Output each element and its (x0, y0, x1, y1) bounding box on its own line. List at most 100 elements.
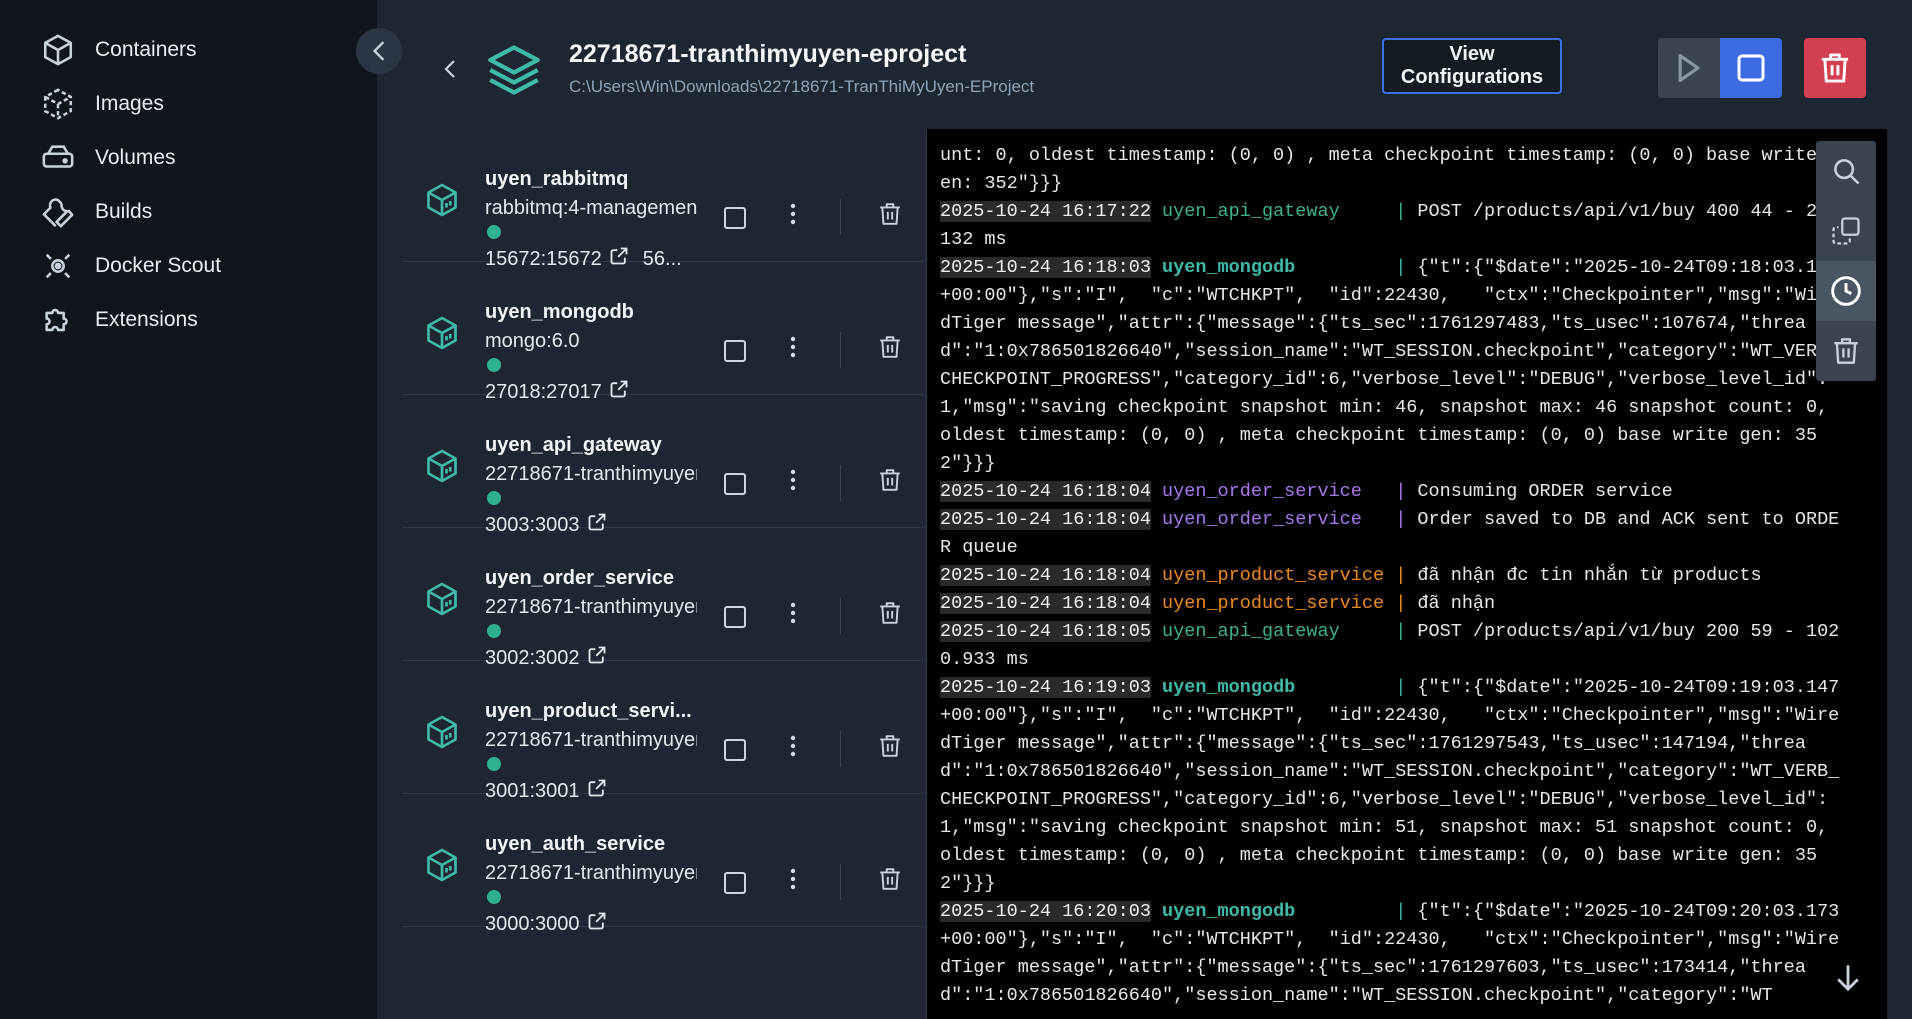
stop-button[interactable] (1720, 38, 1782, 98)
divider (840, 598, 841, 634)
container-image[interactable]: rabbitmq:4-management (485, 197, 697, 220)
search-logs-button[interactable] (1816, 141, 1876, 201)
delete-container-button[interactable] (876, 467, 904, 497)
divider (840, 864, 841, 900)
log-separator: | (1395, 481, 1418, 502)
log-timestamp: 2025-10-24 16:17:22 (940, 201, 1151, 222)
wrench-icon (40, 194, 76, 230)
view-configurations-button[interactable]: View Configurations (1382, 38, 1562, 94)
container-name[interactable]: uyen_auth_service (485, 833, 697, 856)
container-name[interactable]: uyen_api_gateway (485, 434, 697, 457)
log-separator: | (1395, 257, 1418, 278)
more-actions-button[interactable] (783, 201, 803, 231)
log-line: 2025-10-24 16:19:03 uyen_mongodb | {"t":… (940, 674, 1840, 898)
log-line: 2025-10-24 16:18:03 uyen_mongodb | {"t":… (940, 254, 1840, 478)
log-service: uyen_order_service (1162, 509, 1396, 530)
log-service: uyen_api_gateway (1162, 621, 1396, 642)
table-row[interactable]: uyen_rabbitmq rabbitmq:4-management 15672:… (402, 129, 928, 270)
log-line: 2025-10-24 16:18:04 uyen_order_service |… (940, 506, 1840, 562)
more-actions-button[interactable] (783, 600, 803, 630)
log-timestamp: 2025-10-24 16:18:04 (940, 593, 1151, 614)
puzzle-icon (40, 302, 76, 338)
status-running-icon (487, 624, 501, 638)
table-row[interactable]: uyen_product_servi... 22718671-tranthimyu… (402, 661, 928, 802)
log-timestamp: 2025-10-24 16:18:05 (940, 621, 1151, 642)
log-separator: | (1395, 621, 1418, 642)
container-name[interactable]: uyen_order_service (485, 567, 697, 590)
sidebar-item-images[interactable]: Images (40, 84, 360, 124)
select-checkbox[interactable] (724, 872, 746, 894)
log-service: uyen_product_service (1162, 565, 1396, 586)
log-line: 2025-10-24 16:20:03 uyen_mongodb | {"t":… (940, 898, 1840, 1010)
select-checkbox[interactable] (724, 739, 746, 761)
sidebar-item-extensions[interactable]: Extensions (40, 300, 360, 340)
container-list: uyen_rabbitmq rabbitmq:4-management 15672:… (402, 129, 928, 1019)
delete-project-button[interactable] (1804, 38, 1866, 98)
container-ports: 3000:3000 (485, 911, 607, 937)
start-button[interactable] (1658, 38, 1720, 98)
divider (840, 731, 841, 767)
trash-icon (879, 867, 901, 896)
stack-icon (484, 40, 544, 100)
status-running-icon (487, 358, 501, 372)
log-message: đã nhận (1417, 593, 1496, 614)
table-row[interactable]: uyen_mongodb mongo:6.0 27018:27017 (402, 262, 928, 403)
delete-container-button[interactable] (876, 334, 904, 364)
container-image[interactable]: 22718671-tranthimyuyen (485, 862, 697, 885)
delete-container-button[interactable] (876, 600, 904, 630)
divider (840, 465, 841, 501)
copy-logs-button[interactable] (1816, 201, 1876, 261)
sidebar-item-volumes[interactable]: Volumes (40, 138, 360, 178)
log-line: unt: 0, oldest timestamp: (0, 0) , meta … (940, 142, 1840, 198)
port-link[interactable]: 3000:3000 (485, 911, 607, 937)
clear-logs-button[interactable] (1816, 321, 1876, 381)
sidebar-item-builds[interactable]: Builds (40, 192, 360, 232)
container-name[interactable]: uyen_product_servi... (485, 700, 697, 723)
sidebar-item-docker-scout[interactable]: Docker Scout (40, 246, 360, 286)
select-checkbox[interactable] (724, 473, 746, 495)
trash-icon (1821, 53, 1849, 83)
log-timestamp: 2025-10-24 16:18:04 (940, 509, 1151, 530)
log-message: {"t":{"$date":"2025-10-24T09:19:03.147+0… (940, 677, 1840, 894)
more-actions-button[interactable] (783, 467, 803, 497)
container-icon (40, 32, 76, 68)
back-button[interactable] (437, 52, 463, 86)
select-checkbox[interactable] (724, 606, 746, 628)
select-checkbox[interactable] (724, 207, 746, 229)
timestamps-toggle-button[interactable] (1816, 261, 1876, 321)
log-output: unt: 0, oldest timestamp: (0, 0) , meta … (940, 142, 1840, 1010)
more-actions-button[interactable] (783, 733, 803, 763)
log-message: Consuming ORDER service (1417, 481, 1673, 502)
container-image[interactable]: mongo:6.0 (485, 330, 697, 353)
sidebar-item-label: Volumes (95, 146, 176, 169)
container-icon (424, 447, 460, 485)
scout-icon (40, 248, 76, 284)
sidebar-item-containers[interactable]: Containers (40, 30, 360, 70)
container-image[interactable]: 22718671-tranthimyuyen (485, 463, 697, 486)
delete-container-button[interactable] (876, 866, 904, 896)
select-checkbox[interactable] (724, 340, 746, 362)
more-vertical-icon (790, 735, 796, 762)
chevron-left-icon (444, 60, 455, 78)
more-actions-button[interactable] (783, 866, 803, 896)
more-vertical-icon (790, 336, 796, 363)
status-running-icon (487, 225, 501, 239)
scroll-to-bottom-button[interactable] (1830, 960, 1866, 996)
collapse-sidebar-button[interactable] (356, 28, 402, 74)
container-name[interactable]: uyen_mongodb (485, 301, 697, 324)
delete-container-button[interactable] (876, 733, 904, 763)
trash-icon (1834, 338, 1858, 364)
sidebar-item-label: Extensions (95, 308, 198, 331)
container-image[interactable]: 22718671-tranthimyuyen (485, 596, 697, 619)
table-row[interactable]: uyen_auth_service 22718671-tranthimyuyen 3… (402, 794, 928, 935)
volumes-icon (40, 140, 76, 176)
log-toolbar (1816, 141, 1876, 381)
delete-container-button[interactable] (876, 201, 904, 231)
more-vertical-icon (790, 203, 796, 230)
table-row[interactable]: uyen_order_service 22718671-tranthimyuyen… (402, 528, 928, 669)
more-actions-button[interactable] (783, 334, 803, 364)
container-image[interactable]: 22718671-tranthimyuyen (485, 729, 697, 752)
table-row[interactable]: uyen_api_gateway 22718671-tranthimyuyen 30… (402, 395, 928, 536)
container-name[interactable]: uyen_rabbitmq (485, 168, 697, 191)
log-line: 2025-10-24 16:18:04 uyen_order_service |… (940, 478, 1840, 506)
